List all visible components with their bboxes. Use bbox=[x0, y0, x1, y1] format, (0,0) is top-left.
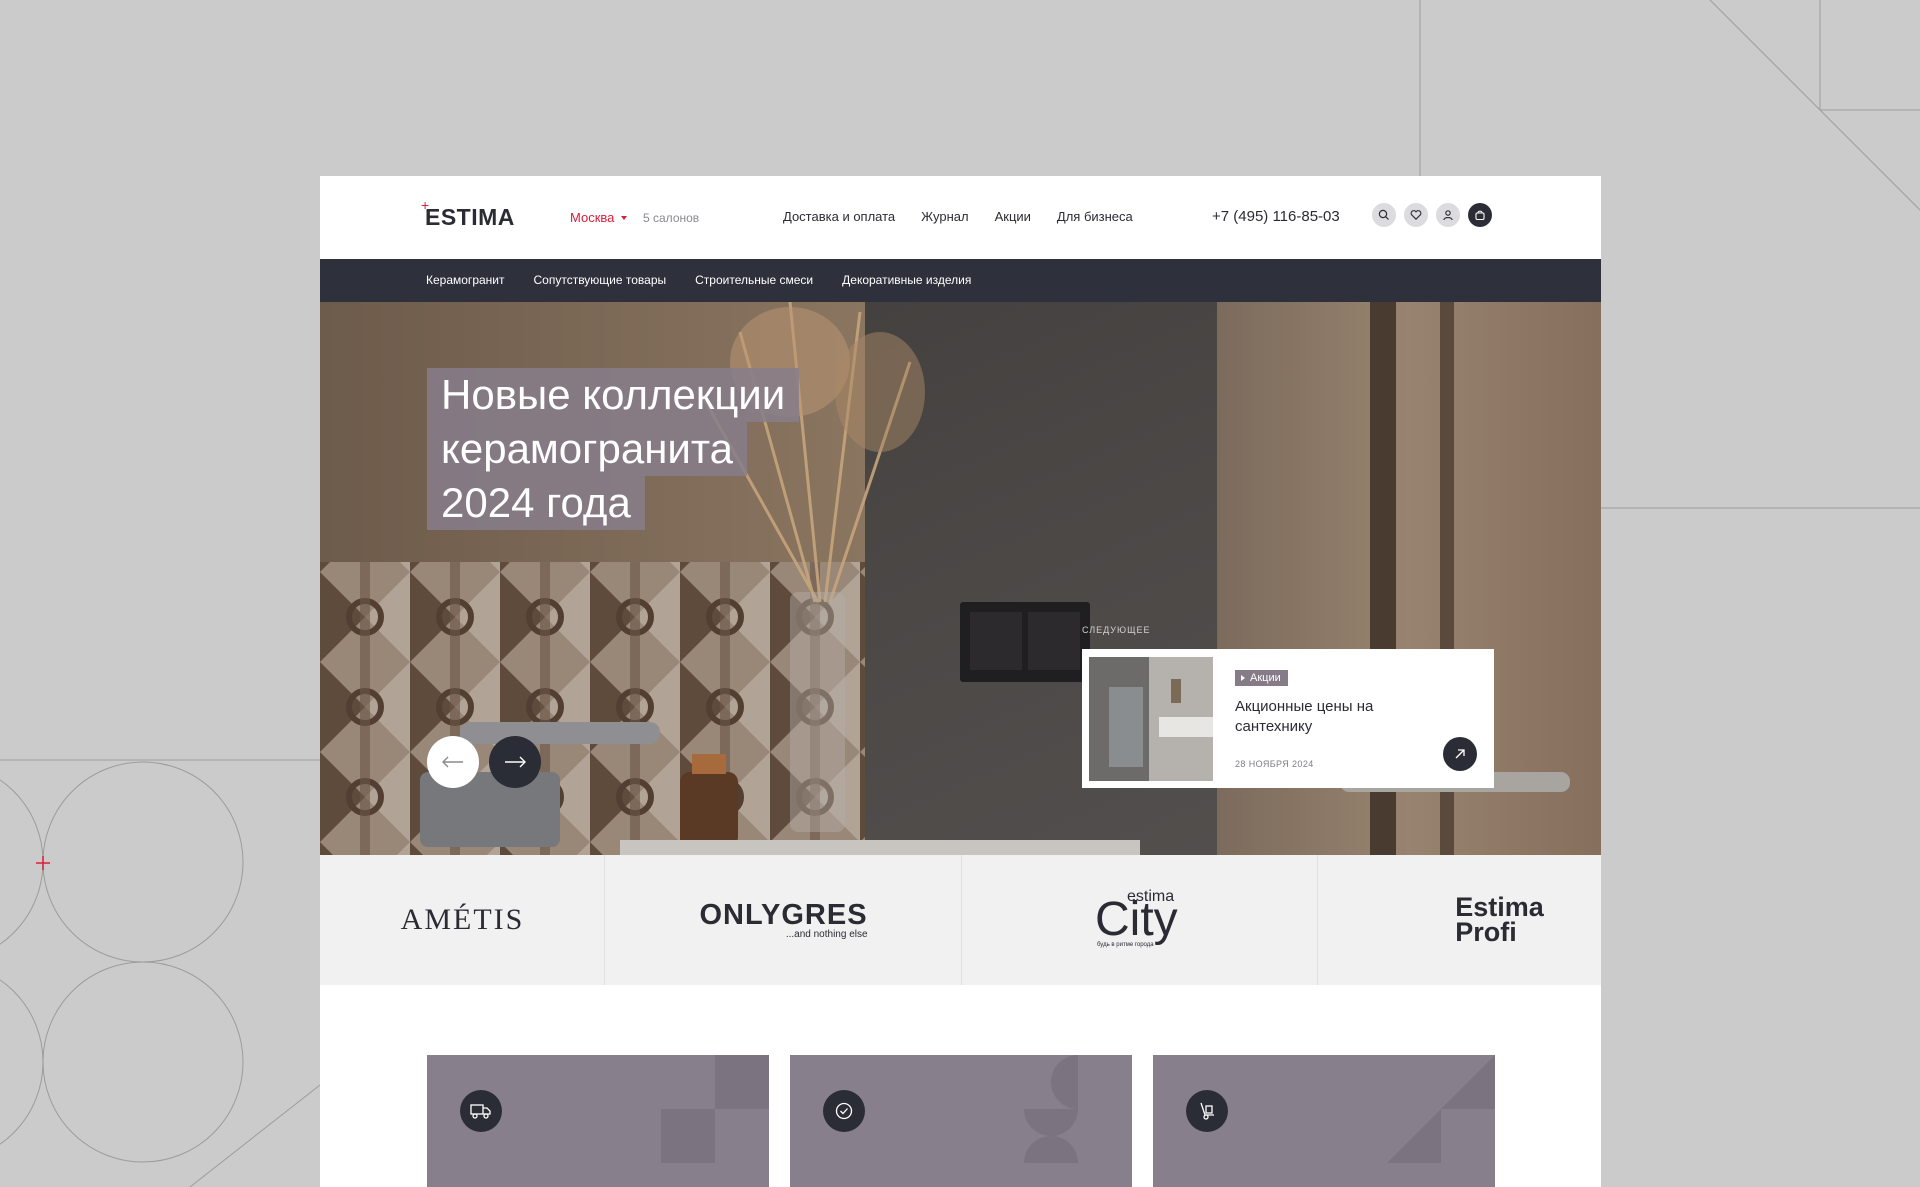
search-button[interactable] bbox=[1372, 203, 1396, 227]
check-circle-icon bbox=[835, 1102, 853, 1120]
feature-icon-wrap bbox=[823, 1090, 865, 1132]
category-related-goods[interactable]: Сопутствующие товары bbox=[534, 273, 667, 287]
next-slide-date: 28 НОЯБРЯ 2024 bbox=[1235, 759, 1314, 769]
user-icon bbox=[1443, 210, 1453, 221]
phone-number[interactable]: +7 (495) 116-85-03 bbox=[1212, 208, 1340, 225]
next-slide-thumbnail bbox=[1089, 657, 1213, 781]
city-tagline: будь в ритме города bbox=[1097, 942, 1154, 948]
nav-business[interactable]: Для бизнеса bbox=[1057, 209, 1133, 224]
feature-card-delivery[interactable] bbox=[427, 1055, 769, 1187]
nav-delivery[interactable]: Доставка и оплата bbox=[783, 209, 895, 224]
headline-line-2: керамогранита bbox=[427, 422, 747, 476]
favorites-button[interactable] bbox=[1404, 203, 1428, 227]
brand-estima-city[interactable]: estima City будь в ритме города bbox=[962, 855, 1318, 985]
next-slide-title: Акционные цены на сантехнику bbox=[1235, 698, 1374, 735]
feature-icon-wrap bbox=[460, 1090, 502, 1132]
arrow-left-icon bbox=[442, 756, 463, 768]
tag-triangle-icon bbox=[1241, 675, 1245, 681]
brand-ametis-logo: AMÉTIS bbox=[400, 903, 525, 936]
estima-logo[interactable]: + ESTIMA bbox=[421, 197, 515, 231]
brand-ametis[interactable]: AMÉTIS bbox=[320, 855, 605, 985]
category-porcelain[interactable]: Керамогранит bbox=[426, 273, 505, 287]
site-header: + ESTIMA Москва 5 салонов Доставка и опл… bbox=[320, 176, 1601, 259]
brand-estima-profi[interactable]: Estima Profi bbox=[1318, 855, 1601, 985]
promo-tag-label: Акции bbox=[1250, 672, 1281, 684]
promo-tag: Акции bbox=[1235, 670, 1288, 686]
brand-onlygres-logo: ONLYGRES ...and nothing else bbox=[699, 898, 868, 940]
cart-button[interactable] bbox=[1468, 203, 1492, 227]
hand-truck-icon bbox=[1200, 1102, 1214, 1120]
feature-icon-wrap bbox=[1186, 1090, 1228, 1132]
brand-onlygres[interactable]: ONLYGRES ...and nothing else bbox=[605, 855, 962, 985]
category-nav: Керамогранит Сопутствующие товары Строит… bbox=[320, 259, 1601, 302]
account-button[interactable] bbox=[1436, 203, 1460, 227]
header-actions bbox=[1372, 203, 1492, 227]
chevron-down-icon bbox=[621, 216, 628, 220]
onlygres-wordmark: ONLYGRES bbox=[699, 898, 868, 931]
search-icon bbox=[1378, 209, 1389, 220]
arrow-up-right-icon bbox=[1455, 749, 1465, 759]
brand-strip: AMÉTIS ONLYGRES ...and nothing else esti… bbox=[320, 855, 1601, 985]
site-page: + ESTIMA Москва 5 салонов Доставка и опл… bbox=[320, 176, 1601, 1187]
city-label: Москва bbox=[570, 210, 615, 225]
slider-prev-button[interactable] bbox=[427, 736, 479, 788]
arrow-right-icon bbox=[505, 756, 526, 768]
heart-icon bbox=[1410, 210, 1422, 220]
next-slide-card[interactable]: Акции Акционные цены на сантехнику 28 НО… bbox=[1082, 649, 1494, 788]
next-slide-open-button[interactable] bbox=[1443, 737, 1477, 771]
truck-icon bbox=[470, 1104, 491, 1119]
logo-plus-mark: + bbox=[421, 197, 430, 213]
slider-next-button[interactable] bbox=[489, 736, 541, 788]
headline-line-1: Новые коллекции bbox=[427, 368, 800, 422]
cart-icon bbox=[1475, 210, 1485, 221]
city-selector[interactable]: Москва bbox=[570, 210, 628, 225]
brand-profi-logo: Estima Profi bbox=[1455, 894, 1544, 947]
top-nav: Доставка и оплата Журнал Акции Для бизне… bbox=[783, 209, 1133, 224]
nav-promos[interactable]: Акции bbox=[995, 209, 1031, 224]
feature-card-pickup[interactable] bbox=[1153, 1055, 1495, 1187]
logo-text: ESTIMA bbox=[425, 204, 515, 230]
category-building-mixes[interactable]: Строительные смеси bbox=[695, 273, 813, 287]
next-slide-label: СЛЕДУЮЩЕЕ bbox=[1082, 625, 1151, 635]
hero-slider: Новые коллекции керамогранита 2024 года … bbox=[320, 302, 1601, 855]
hero-headline: Новые коллекции керамогранита 2024 года bbox=[427, 368, 800, 530]
brand-city-logo: estima City будь в ритме города bbox=[1095, 888, 1185, 950]
salons-link[interactable]: 5 салонов bbox=[643, 211, 699, 225]
nav-journal[interactable]: Журнал bbox=[921, 209, 968, 224]
category-decorative[interactable]: Декоративные изделия bbox=[842, 273, 971, 287]
feature-card-quality[interactable] bbox=[790, 1055, 1132, 1187]
profi-wordmark-line2: Profi bbox=[1455, 917, 1517, 947]
city-wordmark: City bbox=[1095, 893, 1178, 946]
headline-line-3: 2024 года bbox=[427, 476, 645, 530]
